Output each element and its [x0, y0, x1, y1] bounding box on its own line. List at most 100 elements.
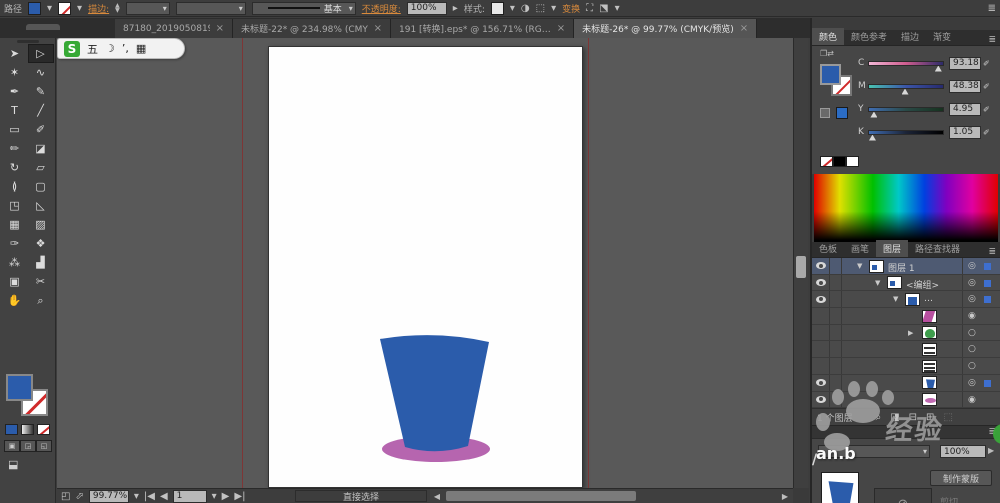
- channel-value-field[interactable]: 4.95: [949, 102, 981, 116]
- tool-symbol-sprayer-icon[interactable]: ⁂: [2, 253, 28, 272]
- color-panel-tab-颜色[interactable]: 颜色: [812, 28, 845, 45]
- target-circle-icon[interactable]: ◉: [968, 395, 976, 405]
- transparency-panel-menu-icon[interactable]: ≣: [988, 427, 1000, 437]
- color-panel-tab-描边[interactable]: 描边: [894, 28, 926, 45]
- target-circle-icon[interactable]: ◎: [968, 378, 976, 388]
- mid-panel-tab-路径查找器[interactable]: 路径查找器: [908, 240, 967, 257]
- guide-line-right[interactable]: [588, 38, 589, 488]
- tool-lasso-icon[interactable]: ∿: [28, 63, 54, 82]
- last-artboard-icon[interactable]: ▶|: [234, 491, 245, 502]
- channel-slider[interactable]: [868, 106, 944, 118]
- selection-indicator[interactable]: [984, 296, 991, 304]
- lock-column[interactable]: [830, 258, 842, 274]
- channel-slider[interactable]: [868, 60, 944, 72]
- tool-perspective-grid-icon[interactable]: ◺: [28, 196, 54, 215]
- visibility-toggle[interactable]: [812, 258, 830, 274]
- next-artboard-icon[interactable]: ▶: [222, 491, 230, 502]
- moon-icon[interactable]: ☽: [105, 42, 115, 55]
- tool-artboard-icon[interactable]: ▣: [2, 272, 28, 291]
- tab-close-icon[interactable]: ×: [374, 23, 382, 34]
- tool-scale-icon[interactable]: ▱: [28, 158, 54, 177]
- document-tab-2[interactable]: 未标题-22* @ 234.98% (CMYK/… ×: [233, 19, 391, 38]
- color-panel-fill-swatch[interactable]: [820, 64, 841, 85]
- distribute-icon[interactable]: ⬔: [599, 3, 608, 14]
- locate-object-icon[interactable]: ⌕: [876, 412, 882, 423]
- transparency-opacity-field[interactable]: 100%: [940, 445, 986, 459]
- layer-row-4[interactable]: ◉: [812, 308, 1000, 325]
- tool-line-segment-icon[interactable]: ╱: [28, 101, 54, 120]
- tool-mesh-icon[interactable]: ▦: [2, 215, 28, 234]
- document-tab-4[interactable]: 未标题-26* @ 99.77% (CMYK/预览) ×: [574, 19, 758, 38]
- layer-row-7[interactable]: ○: [812, 358, 1000, 375]
- out-of-gamut-cube-icon[interactable]: [820, 108, 830, 118]
- tool-column-graph-icon[interactable]: ▟: [28, 253, 54, 272]
- vertical-scrollbar-thumb[interactable]: [796, 256, 806, 278]
- color-button[interactable]: [5, 424, 18, 435]
- selection-indicator[interactable]: [984, 379, 991, 387]
- brush-definition-dropdown[interactable]: 基本: [251, 1, 356, 15]
- visibility-toggle[interactable]: [812, 374, 830, 391]
- recolor-artwork-icon[interactable]: ◑: [521, 3, 530, 14]
- fill-color-swatch[interactable]: [28, 1, 42, 15]
- channel-value-field[interactable]: 1.05: [949, 125, 981, 139]
- punctuation-icon[interactable]: ’,: [122, 42, 129, 55]
- lock-column[interactable]: [830, 308, 842, 324]
- stroke-dropdown-icon[interactable]: ▾: [77, 3, 82, 14]
- tool-eyedropper-icon[interactable]: ✑: [2, 234, 28, 253]
- hscroll-right-icon[interactable]: ▶: [778, 492, 792, 501]
- visibility-toggle[interactable]: [812, 358, 830, 374]
- target-circle-icon[interactable]: ◎: [968, 261, 976, 271]
- tool-pencil-icon[interactable]: ✏: [2, 139, 28, 158]
- lock-column[interactable]: [830, 324, 842, 341]
- tool-gradient-icon[interactable]: ▨: [28, 215, 54, 234]
- tool-paintbrush-icon[interactable]: ✐: [28, 120, 54, 139]
- channel-slider[interactable]: [868, 129, 944, 141]
- toolbar-fill-swatch[interactable]: [6, 374, 33, 401]
- tool-blend-icon[interactable]: ❖: [28, 234, 54, 253]
- layer-thumbnail[interactable]: [922, 376, 937, 390]
- target-circle-icon[interactable]: ○: [968, 344, 976, 354]
- horizontal-scrollbar-thumb[interactable]: [446, 491, 636, 501]
- target-circle-icon[interactable]: ◉: [968, 311, 976, 321]
- tool-eraser-icon[interactable]: ◪: [28, 139, 54, 158]
- layer-thumbnail[interactable]: [905, 292, 920, 306]
- lock-column[interactable]: [830, 341, 842, 358]
- none-button[interactable]: [37, 424, 50, 435]
- mid-panel-tab-画笔[interactable]: 画笔: [844, 240, 876, 257]
- tool-magic-wand-icon[interactable]: ✶: [2, 63, 28, 82]
- stroke-link[interactable]: 描边:: [88, 2, 109, 15]
- draw-behind-button[interactable]: ◲: [20, 440, 36, 452]
- target-circle-icon[interactable]: ◎: [968, 294, 976, 304]
- tools-dock-handle[interactable]: [26, 24, 60, 30]
- layer-name[interactable]: …: [924, 294, 933, 304]
- tool-rectangle-icon[interactable]: ▭: [2, 120, 28, 139]
- layer-name[interactable]: <编组>: [906, 278, 939, 291]
- tool-free-transform-icon[interactable]: ▢: [28, 177, 54, 196]
- lock-column[interactable]: [830, 374, 842, 391]
- screen-mode-button[interactable]: ⬓: [8, 458, 18, 471]
- selection-indicator[interactable]: [984, 279, 991, 287]
- artboard-dropdown-icon[interactable]: ▾: [212, 491, 217, 502]
- mini-fill-stroke-icon[interactable]: ❐⇄: [820, 49, 834, 58]
- ime-toolbar[interactable]: S 五 ☽ ’, ▦: [57, 38, 185, 59]
- first-artboard-icon[interactable]: |◀: [144, 491, 155, 502]
- lock-column[interactable]: [830, 391, 842, 408]
- prev-artboard-icon[interactable]: ◀: [160, 491, 168, 502]
- make-clipping-mask-icon[interactable]: ◨: [890, 412, 899, 423]
- tool-type-icon[interactable]: T: [2, 101, 28, 120]
- channel-slider-thumb[interactable]: [934, 65, 942, 72]
- tab-close-icon[interactable]: ×: [740, 23, 748, 34]
- tool-rotate-icon[interactable]: ↻: [2, 158, 28, 177]
- draw-normal-button[interactable]: ▣: [4, 440, 20, 452]
- gradient-button[interactable]: [21, 424, 34, 435]
- draw-inside-button[interactable]: ◱: [36, 440, 52, 452]
- layer-thumbnail[interactable]: [869, 259, 884, 273]
- channel-slider-thumb[interactable]: [901, 88, 909, 95]
- layer-row-1[interactable]: ▼ 图层 1 ◎: [812, 258, 1000, 275]
- canvas-area[interactable]: S 五 ☽ ’, ▦: [57, 38, 793, 488]
- visibility-toggle[interactable]: [812, 341, 830, 358]
- select-similar-dropdown-icon[interactable]: ▾: [551, 3, 556, 14]
- delete-layer-icon[interactable]: ⬚: [943, 412, 952, 423]
- transform-link[interactable]: 变换: [562, 2, 580, 15]
- export-icon[interactable]: ⬀: [75, 491, 83, 502]
